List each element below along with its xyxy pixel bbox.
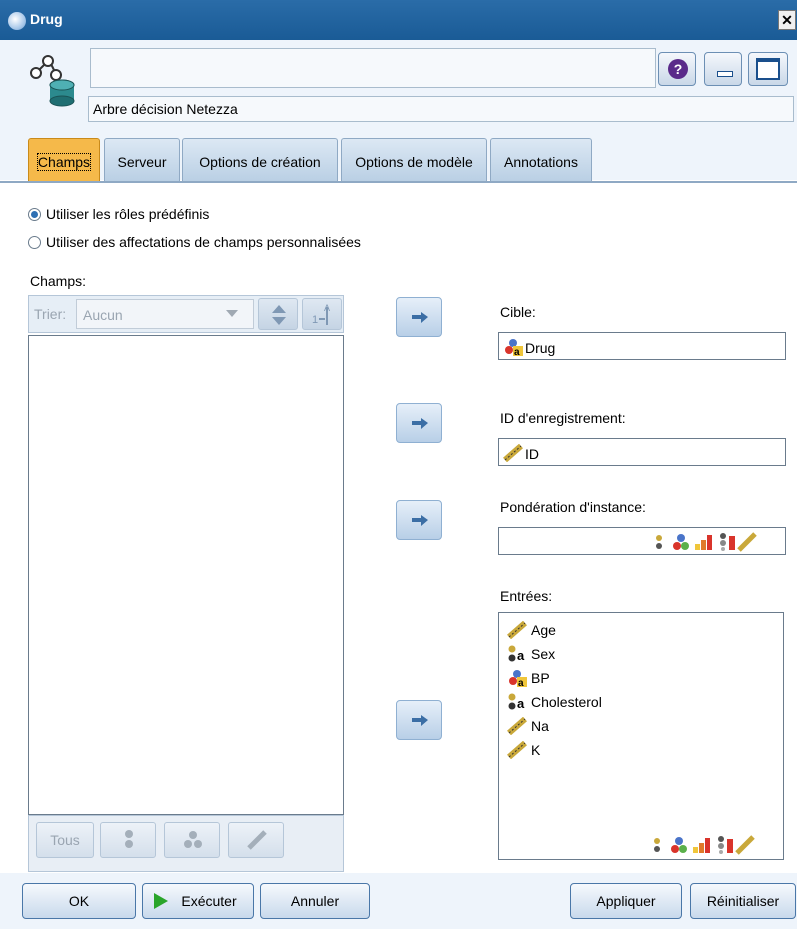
arrow-right-icon	[412, 418, 428, 429]
target-field[interactable]: a Drug	[498, 332, 786, 360]
nominal-icon	[184, 831, 202, 848]
target-label: Cible:	[500, 304, 536, 320]
input-field-name: BP	[531, 670, 550, 686]
maximize-button[interactable]	[748, 52, 788, 86]
predefined-roles-label: Utiliser les rôles prédéfinis	[46, 206, 210, 222]
svg-text:a: a	[517, 648, 525, 663]
select-all-button[interactable]: Tous	[36, 822, 94, 858]
tab-annotations[interactable]: Annotations	[490, 138, 592, 182]
filter-flag-button[interactable]	[100, 822, 156, 858]
arrow-right-icon	[412, 715, 428, 726]
svg-text:a: a	[517, 696, 525, 711]
continuous-ruler-icon	[503, 444, 523, 462]
flag-text-icon: a	[508, 645, 525, 663]
play-icon	[154, 893, 168, 909]
predefined-roles-radio[interactable]	[28, 208, 41, 221]
weight-label: Pondération d'instance:	[500, 499, 646, 515]
flag-text-icon: a	[508, 693, 525, 711]
tab-label: Serveur	[117, 154, 167, 170]
record-id-value: ID	[525, 446, 539, 462]
continuous-ruler-icon	[507, 621, 527, 639]
apply-button[interactable]: Appliquer	[570, 883, 682, 919]
cancel-button[interactable]: Annuler	[260, 883, 370, 919]
run-button[interactable]: Exécuter	[142, 883, 254, 919]
inputs-label: Entrées:	[500, 588, 553, 604]
tab-options-creation[interactable]: Options de création	[182, 138, 338, 182]
measurement-type-icons	[654, 835, 755, 855]
filter-continuous-button[interactable]	[228, 822, 284, 858]
gem-icon	[8, 12, 26, 30]
svg-text:a: a	[514, 347, 520, 356]
ruler-icon	[247, 830, 267, 850]
custom-assignments-label: Utiliser des affectations de champs pers…	[46, 234, 361, 250]
svg-text:a: a	[518, 678, 524, 687]
tab-label: Options de création	[199, 154, 321, 170]
title-bar	[0, 0, 797, 40]
continuous-ruler-icon	[507, 717, 527, 735]
arrow-right-icon	[412, 515, 428, 526]
move-to-weight-button[interactable]	[396, 500, 442, 540]
field-list[interactable]	[28, 335, 344, 815]
sort-order-button[interactable]	[258, 298, 298, 330]
svg-text:A: A	[324, 303, 330, 313]
sort-alpha-button[interactable]: 1 A	[302, 298, 342, 330]
chevron-down-icon	[226, 310, 238, 317]
arrow-right-icon	[412, 312, 428, 323]
help-icon: ?	[668, 59, 688, 79]
window-title: Drug	[30, 11, 63, 27]
tab-label: Champs	[36, 153, 92, 171]
sort-label: Trier:	[34, 306, 67, 322]
run-label: Exécuter	[181, 893, 237, 909]
custom-assignments-radio[interactable]	[28, 236, 41, 249]
reset-button[interactable]: Réinitialiser	[690, 883, 796, 919]
node-annotation-field[interactable]: Arbre décision Netezza	[88, 96, 794, 122]
fields-label: Champs:	[30, 273, 87, 289]
minimize-icon	[717, 71, 733, 77]
input-field-name: K	[531, 742, 541, 758]
sort-updown-icon	[272, 305, 286, 325]
record-id-field[interactable]: ID	[498, 438, 786, 466]
nominal-text-icon: a	[505, 339, 523, 356]
move-to-record-id-button[interactable]	[396, 403, 442, 443]
tab-label: Options de modèle	[355, 154, 473, 170]
svg-text:1: 1	[312, 314, 318, 326]
ok-button[interactable]: OK	[22, 883, 136, 919]
node-name-field[interactable]	[90, 48, 656, 88]
tab-options-modele[interactable]: Options de modèle	[341, 138, 487, 182]
sort-alpha-icon: 1 A	[312, 303, 330, 326]
target-value: Drug	[525, 340, 556, 356]
tab-serveur[interactable]: Serveur	[104, 138, 180, 182]
measurement-type-icons	[656, 532, 757, 552]
move-to-inputs-button[interactable]	[396, 700, 442, 740]
inputs-list[interactable]: Age a Sex a BP a Cholesterol Na K	[498, 612, 784, 860]
continuous-ruler-icon	[507, 741, 527, 759]
nominal-text-icon: a	[509, 670, 527, 687]
input-field-name: Age	[531, 622, 556, 638]
decision-tree-node-icon	[26, 51, 80, 107]
minimize-button[interactable]	[704, 52, 742, 86]
help-button[interactable]: ?	[658, 52, 696, 86]
close-button[interactable]: ✕	[778, 10, 796, 30]
tab-label: Annotations	[504, 154, 578, 170]
tab-champs[interactable]: Champs	[28, 138, 100, 182]
flag-icon	[125, 830, 133, 848]
move-to-target-button[interactable]	[396, 297, 442, 337]
record-id-label: ID d'enregistrement:	[500, 410, 626, 426]
input-field-name: Sex	[531, 646, 556, 662]
weight-field[interactable]	[498, 527, 786, 555]
filter-nominal-button[interactable]	[164, 822, 220, 858]
maximize-icon	[756, 58, 780, 80]
input-field-name: Na	[531, 718, 549, 734]
input-field-name: Cholesterol	[531, 694, 602, 710]
